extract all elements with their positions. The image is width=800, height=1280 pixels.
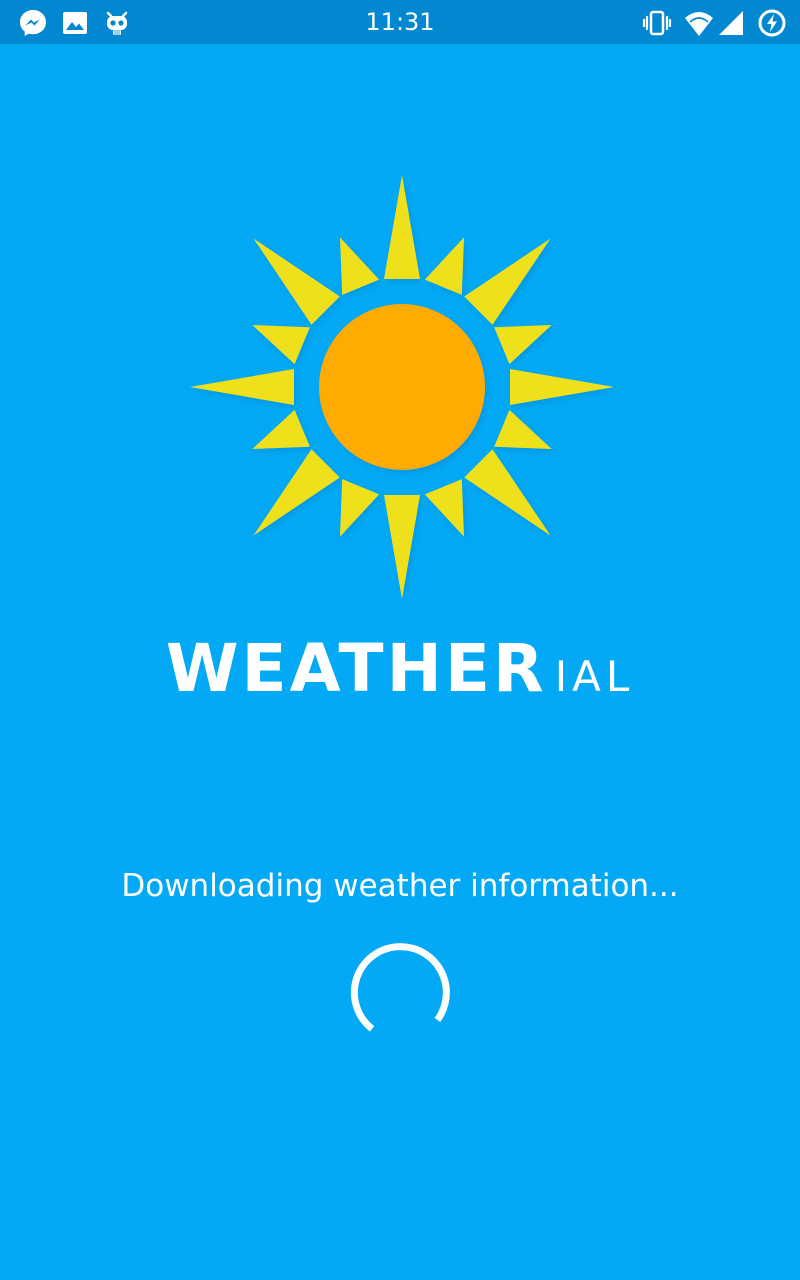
wordmark-suffix: IAL xyxy=(554,652,635,701)
sun-ray-long xyxy=(384,175,420,279)
wifi-icon xyxy=(685,12,713,36)
sun-ray-short xyxy=(494,325,552,365)
sun-ray-short xyxy=(252,325,310,365)
cellular-signal-icon xyxy=(719,11,743,35)
sun-ray-short xyxy=(494,409,552,449)
loading-message: Downloading weather information... xyxy=(121,868,679,904)
sun-ray-long xyxy=(384,495,420,599)
wordmark-main: WEATHER xyxy=(165,630,547,707)
sun-ray-diagonal xyxy=(464,449,551,536)
sun-ray-diagonal xyxy=(253,238,340,325)
battery-charging-icon xyxy=(758,9,786,37)
sun-core xyxy=(319,304,485,470)
loading-spinner xyxy=(350,943,450,1032)
status-time: 11:31 xyxy=(365,8,435,36)
sun-ray-short xyxy=(340,237,380,295)
sun-ray-diagonal xyxy=(253,449,340,536)
status-bar: 11:31 xyxy=(0,0,800,44)
sun-ray-short xyxy=(340,479,380,537)
sun-ray-short xyxy=(252,409,310,449)
sun-ray-long xyxy=(190,369,294,405)
sun-ray-short xyxy=(424,237,464,295)
sun-ray-long xyxy=(510,369,614,405)
weather-sun-logo xyxy=(190,175,614,599)
app-wordmark: WEATHER IAL xyxy=(0,630,800,710)
vibrate-icon xyxy=(642,10,672,36)
sun-ray-short xyxy=(424,479,464,537)
sun-ray-diagonal xyxy=(464,238,551,325)
